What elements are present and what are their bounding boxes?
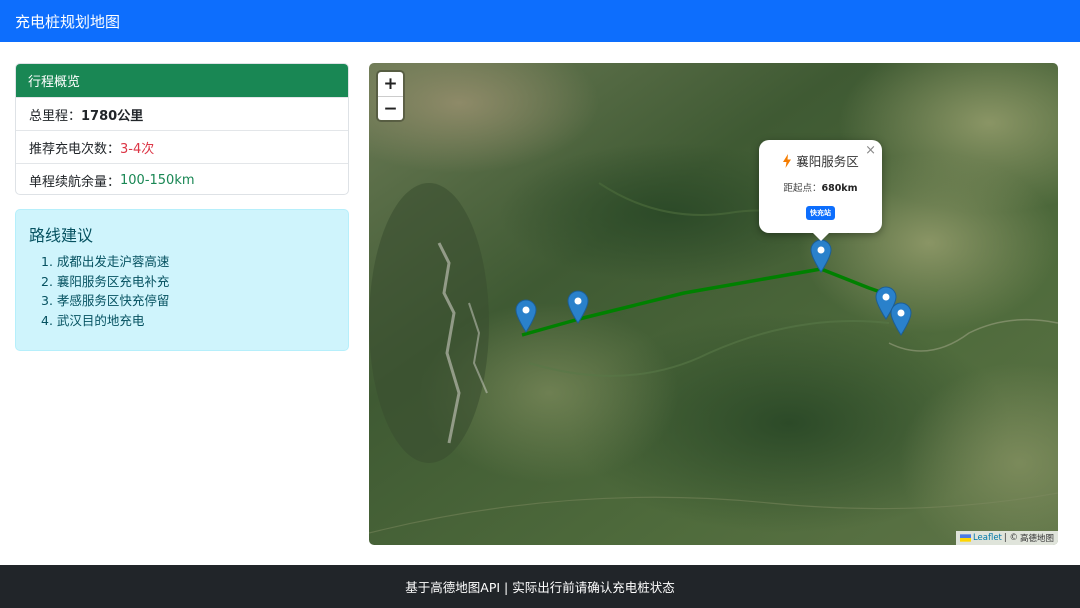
- zoom-in-button[interactable]: +: [378, 72, 403, 96]
- charge-count-value: 3-4次: [120, 141, 155, 157]
- marker-pin-icon[interactable]: [890, 302, 912, 336]
- popup-close-button[interactable]: ×: [865, 143, 876, 158]
- list-item: 3. 孝感服务区快充停留: [41, 293, 170, 308]
- total-distance-label: 总里程：: [29, 108, 82, 124]
- zoom-out-button[interactable]: −: [378, 96, 403, 120]
- total-distance-value: 1780公里: [81, 108, 144, 124]
- navbar: 充电桩规划地图: [0, 0, 1080, 42]
- navbar-brand[interactable]: 充电桩规划地图: [15, 11, 120, 32]
- zoom-control: + −: [378, 72, 403, 120]
- range-margin-label: 单程续航余量：: [29, 174, 121, 190]
- map-attribution: Leaflet | © 高德地图: [955, 531, 1058, 545]
- popup-title-text: 襄阳服务区: [796, 154, 859, 169]
- route-suggestion-list: 1. 成都出发走沪蓉高速 2. 襄阳服务区充电补充 3. 孝感服务区快充停留 4…: [29, 252, 335, 330]
- attribution-separator: | ©: [1003, 533, 1018, 543]
- fast-charge-badge: 快充站: [806, 206, 835, 220]
- list-item: 2. 襄阳服务区充电补充: [41, 273, 170, 289]
- lightning-icon: [783, 153, 792, 168]
- satellite-map-tiles[interactable]: [369, 63, 1058, 545]
- leaflet-link[interactable]: Leaflet: [973, 533, 1002, 543]
- list-item: 1. 成都出发走沪蓉高速: [41, 254, 170, 269]
- route-suggestion-title: 路线建议: [29, 226, 94, 245]
- charge-count-row: 推荐充电次数： 3-4次: [16, 130, 348, 163]
- popup-distance-label: 距起点：: [783, 183, 822, 194]
- ukraine-flag-icon: [959, 534, 971, 542]
- route-suggestion-card: 路线建议 1. 成都出发走沪蓉高速 2. 襄阳服务区充电补充 3. 孝感服务区快…: [15, 209, 349, 351]
- list-item: 4. 武汉目的地充电: [41, 312, 145, 328]
- footer: 基于高德地图API | 实际出行前请确认充电桩状态: [0, 565, 1080, 608]
- trip-overview-header: 行程概览: [16, 64, 348, 97]
- map-popup: × 襄阳服务区 距起点：680km 快充站: [759, 140, 882, 241]
- attribution-provider: 高德地图: [1019, 534, 1054, 544]
- map-container[interactable]: + − × 襄阳服务区 距起点：680km 快充站 Leaflet | © 高德…: [369, 63, 1058, 545]
- footer-text: 基于高德地图API | 实际出行前请确认充电桩状态: [405, 580, 675, 595]
- marker-pin-icon[interactable]: [810, 239, 832, 273]
- marker-pin-icon[interactable]: [567, 290, 589, 324]
- range-margin-row: 单程续航余量： 100-150km: [16, 163, 348, 194]
- charge-count-label: 推荐充电次数：: [29, 141, 121, 157]
- total-distance-row: 总里程： 1780公里: [16, 97, 348, 130]
- popup-distance-value: 680km: [821, 183, 858, 194]
- popup-title: 襄阳服务区: [759, 151, 882, 170]
- trip-overview-card: 行程概览 总里程： 1780公里 推荐充电次数： 3-4次 单程续航余量： 10…: [15, 63, 349, 195]
- popup-distance: 距起点：680km: [759, 180, 882, 194]
- range-margin-value: 100-150km: [120, 172, 195, 188]
- marker-pin-icon[interactable]: [515, 299, 537, 333]
